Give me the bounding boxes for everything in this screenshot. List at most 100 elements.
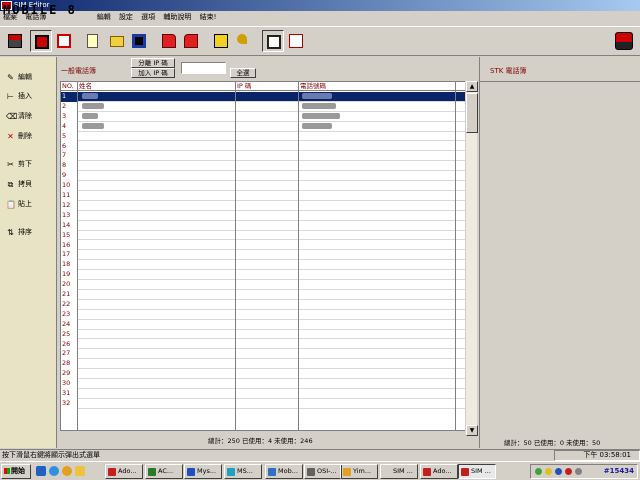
table-row[interactable]: 30 — [61, 379, 466, 389]
tray-antivirus-icon[interactable] — [565, 468, 572, 475]
table-row[interactable]: 27 — [61, 349, 466, 360]
sidebar-item-insert[interactable]: ⊢ 插入 — [6, 89, 54, 103]
toolbar-sim-button[interactable] — [30, 30, 52, 52]
taskbar-task[interactable]: SIM ... — [380, 464, 418, 479]
tray-misc-icon[interactable] — [575, 468, 582, 475]
stk-list[interactable] — [480, 81, 640, 434]
table-row[interactable]: 6 — [61, 141, 466, 152]
system-tray: #15434 — [530, 464, 638, 479]
toolbar-save-button[interactable] — [128, 30, 150, 52]
table-row[interactable]: 20 — [61, 280, 466, 290]
taskbar-task[interactable]: MS... — [224, 464, 262, 479]
toolbar-key-button[interactable] — [233, 30, 255, 52]
sidebar-item-clear[interactable]: ⌫清除 — [6, 109, 54, 123]
tray-network-icon[interactable] — [535, 468, 542, 475]
row-number: 18 — [61, 260, 77, 271]
add-ip-button[interactable]: 加入 IP 碼 — [131, 68, 175, 78]
table-row[interactable]: 32 — [61, 398, 466, 409]
table-row[interactable]: 13 — [61, 210, 466, 221]
tray-speaker-icon[interactable] — [545, 468, 552, 475]
scroll-thumb[interactable] — [466, 93, 478, 133]
table-row[interactable]: 2 — [61, 101, 466, 112]
taskbar-task[interactable]: OSI-... — [304, 464, 342, 479]
split-ip-button[interactable]: 分離 IP 碼 — [131, 58, 175, 68]
taskbar-task[interactable]: Mys... — [184, 464, 222, 479]
table-row[interactable]: 1 — [61, 92, 466, 102]
toolbar-sim-yellow-button[interactable] — [210, 30, 232, 52]
table-row[interactable]: 25 — [61, 329, 466, 340]
table-row[interactable]: 11 — [61, 191, 466, 201]
sidebar-item-cut[interactable]: ✂ 剪下 — [6, 157, 54, 171]
table-row[interactable]: 28 — [61, 359, 466, 370]
sidebar-item-paste[interactable]: 📋 貼上 — [6, 197, 54, 211]
ip-input[interactable] — [181, 62, 226, 74]
scroll-down-button[interactable]: ▼ — [466, 425, 478, 436]
toolbar-open-button[interactable] — [106, 30, 128, 52]
col-name-header[interactable]: 姓名 — [78, 82, 92, 91]
table-row[interactable]: 9 — [61, 171, 466, 182]
menu-help[interactable]: 輔助說明 — [160, 11, 194, 24]
taskbar-task[interactable]: Ado... — [420, 464, 458, 479]
col-ip-header[interactable]: IP 碼 — [236, 82, 251, 91]
start-button[interactable]: 開始 — [1, 464, 31, 479]
folder-icon[interactable] — [75, 466, 85, 476]
toolbar-import-button[interactable] — [4, 30, 26, 52]
table-row[interactable]: 7 — [61, 151, 466, 162]
toolbar-read-sim-button[interactable] — [158, 30, 180, 52]
sidebar-item-copy[interactable]: ⧉ 拷貝 — [6, 177, 54, 191]
task-label: OSI-... — [317, 467, 337, 475]
row-number: 12 — [61, 200, 77, 211]
table-row[interactable]: 12 — [61, 200, 466, 211]
col-divider — [298, 82, 299, 430]
table-row[interactable]: 22 — [61, 299, 466, 310]
taskbar-task[interactable]: Yim... — [340, 464, 378, 479]
table-row[interactable]: 5 — [61, 131, 466, 142]
phonebook-grid[interactable]: NO. 姓名 IP 碼 電話號碼 1 2 3 4 5 6 7 8 9 10 11 12 13 14 15 16… — [60, 81, 467, 431]
table-row[interactable]: 4 — [61, 121, 466, 132]
table-row[interactable]: 21 — [61, 290, 466, 300]
ie-icon[interactable] — [49, 466, 59, 476]
table-row[interactable]: 15 — [61, 230, 466, 241]
taskbar-task[interactable]: Mob... — [265, 464, 303, 479]
media-icon[interactable] — [62, 466, 72, 476]
table-row[interactable]: 19 — [61, 270, 466, 281]
row-number: 22 — [61, 299, 77, 310]
table-row[interactable]: 31 — [61, 389, 466, 399]
menu-exit[interactable]: 結束! — [197, 11, 220, 24]
table-row[interactable]: 17 — [61, 250, 466, 261]
toolbar-copy-list-button[interactable] — [262, 30, 284, 52]
toolbar-edit-list-button[interactable] — [285, 30, 307, 52]
tray-app-icon[interactable] — [555, 468, 562, 475]
desktop-icon[interactable] — [36, 466, 46, 476]
col-no-header[interactable]: NO. — [61, 82, 74, 91]
table-row[interactable]: 18 — [61, 260, 466, 271]
table-row[interactable]: 29 — [61, 369, 466, 380]
menu-settings[interactable]: 設定 — [116, 11, 136, 24]
taskbar-task[interactable]: SIM ... — [458, 464, 496, 479]
table-row[interactable]: 8 — [61, 161, 466, 172]
toolbar-sim-editor-button[interactable] — [612, 29, 636, 53]
table-row[interactable]: 16 — [61, 240, 466, 251]
row-number: 13 — [61, 210, 77, 221]
table-row[interactable]: 14 — [61, 220, 466, 231]
menu-options[interactable]: 選項 — [138, 11, 158, 24]
menu-edit[interactable]: 編輯 — [94, 11, 114, 24]
toolbar-sms-button[interactable] — [53, 30, 75, 52]
taskbar-task[interactable]: AC... — [145, 464, 183, 479]
row-number: 21 — [61, 290, 77, 300]
table-row[interactable]: 3 — [61, 111, 466, 122]
col-phone-header[interactable]: 電話號碼 — [299, 82, 326, 91]
select-all-button[interactable]: 全選 — [230, 68, 256, 78]
table-row[interactable]: 23 — [61, 309, 466, 320]
table-row[interactable]: 26 — [61, 339, 466, 350]
toolbar-new-button[interactable] — [83, 30, 105, 52]
table-row[interactable]: 24 — [61, 319, 466, 330]
scroll-up-button[interactable]: ▲ — [466, 81, 478, 92]
sidebar-item-edit[interactable]: ✎ 編輯 — [6, 70, 54, 84]
taskbar-task[interactable]: Ado... — [105, 464, 143, 479]
sidebar-item-delete[interactable]: ✕ 刪除 — [6, 129, 54, 143]
sidebar-item-sort[interactable]: ⇅ 排序 — [6, 225, 54, 239]
toolbar-write-sim-button[interactable] — [180, 30, 202, 52]
table-row[interactable]: 10 — [61, 181, 466, 191]
grid-scrollbar[interactable]: ▲ ▼ — [465, 81, 478, 436]
